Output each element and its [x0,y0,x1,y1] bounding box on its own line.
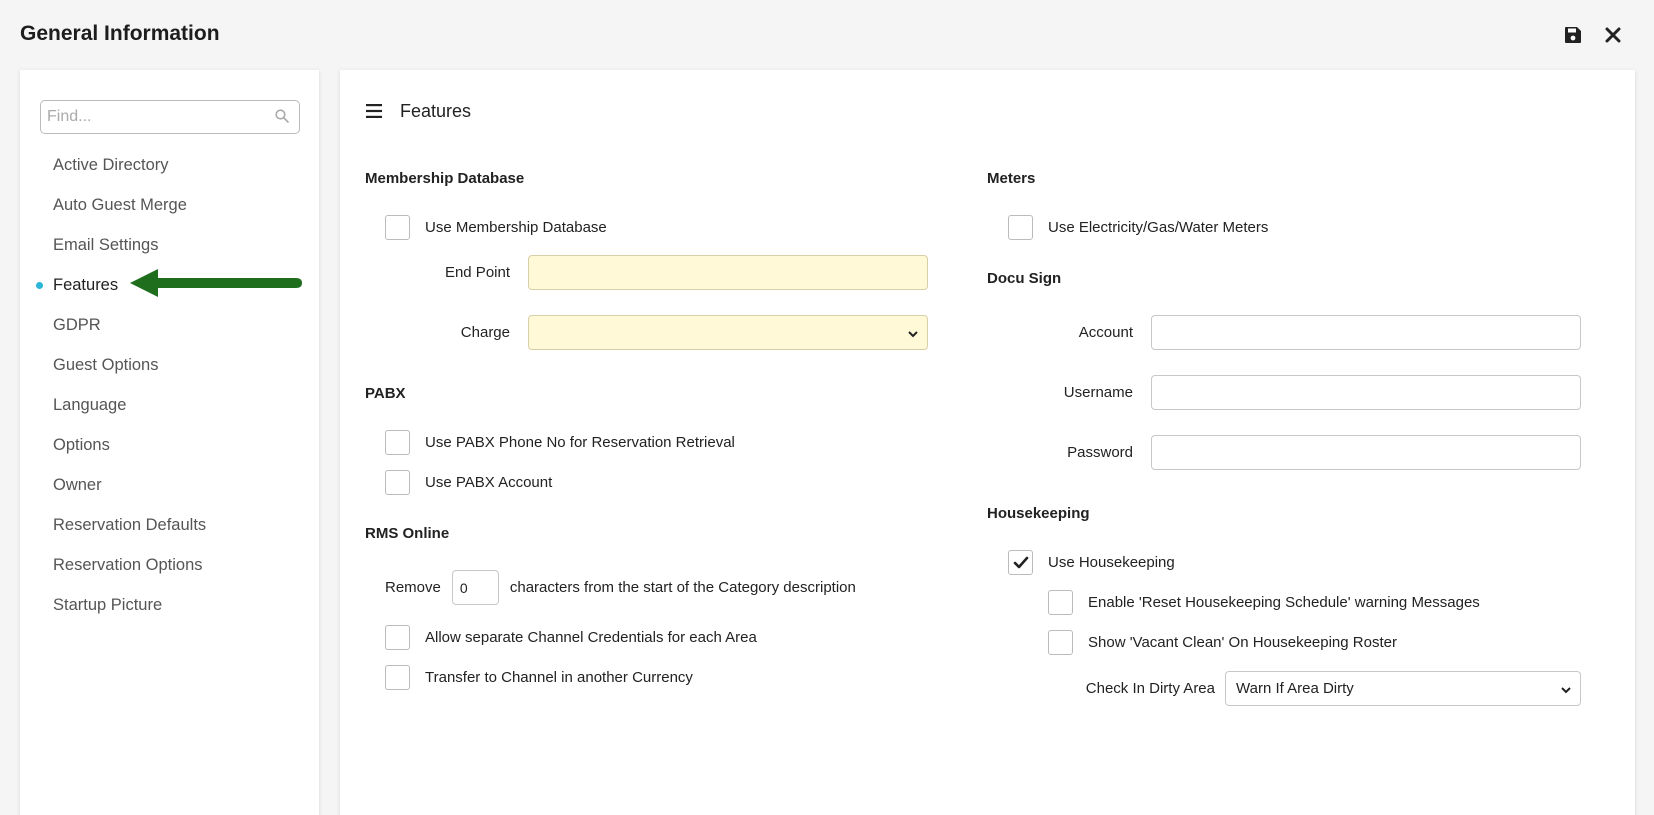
active-indicator-dot [36,282,43,289]
use-meters-label: Use Electricity/Gas/Water Meters [1048,219,1269,236]
sidebar-item-reservation-options[interactable]: Reservation Options [20,545,319,585]
housekeeping-heading: Housekeeping [987,505,1090,522]
sidebar-item-options[interactable]: Options [20,425,319,465]
check-in-dirty-value: Warn If Area Dirty [1236,680,1354,697]
check-in-dirty-select[interactable]: Warn If Area Dirty [1225,671,1581,706]
sidebar-item-label: Auto Guest Merge [53,195,187,214]
endpoint-label: End Point [444,264,510,281]
pabx-account-row: Use PABX Account [385,470,552,495]
sidebar-item-label: Guest Options [53,355,159,374]
transfer-currency-label: Transfer to Channel in another Currency [425,669,693,686]
vacant-clean-row: Show 'Vacant Clean' On Housekeeping Rost… [1048,630,1397,655]
window-toolbar [1562,24,1624,46]
pabx-account-label: Use PABX Account [425,474,553,491]
sidebar-item-language[interactable]: Language [20,385,319,425]
sidebar-item-email-settings[interactable]: Email Settings [20,225,319,265]
sidebar-item-label: Reservation Options [53,555,203,574]
use-housekeeping-label: Use Housekeeping [1048,554,1175,571]
page-title: General Information [20,22,220,45]
docusign-username-label: Username [1063,384,1133,401]
remove-characters-row: Remove 0 characters from the start of th… [385,570,856,605]
pabx-heading: PABX [365,385,406,402]
checkmark-icon [1013,556,1028,568]
remove-characters-input[interactable]: 0 [451,570,499,605]
close-icon[interactable] [1602,24,1624,46]
chevron-down-icon [1560,683,1572,700]
pabx-account-checkbox[interactable] [385,470,410,495]
vacant-clean-checkbox[interactable] [1048,630,1073,655]
pointer-arrow-icon [130,269,302,297]
docusign-username-input[interactable] [1151,375,1581,410]
vacant-clean-label: Show 'Vacant Clean' On Housekeeping Rost… [1088,634,1397,651]
use-meters-checkbox[interactable] [1008,215,1033,240]
sidebar-item-label: Options [53,435,110,454]
pabx-phone-label: Use PABX Phone No for Reservation Retrie… [425,434,735,451]
reset-schedule-row: Enable 'Reset Housekeeping Schedule' war… [1048,590,1480,615]
sidebar-item-label: Features [53,275,119,294]
docusign-password-input[interactable] [1151,435,1581,470]
remove-suffix-label: characters from the start of the Categor… [509,579,856,596]
sidebar: Active Directory Auto Guest Merge Email … [20,70,319,815]
sidebar-item-owner[interactable]: Owner [20,465,319,505]
save-icon[interactable] [1562,24,1584,46]
remove-label: Remove [385,579,441,596]
rms-online-heading: RMS Online [365,525,450,542]
use-membership-row: Use Membership Database [385,215,607,240]
sidebar-nav: Active Directory Auto Guest Merge Email … [20,145,319,625]
sidebar-item-label: Active Directory [53,155,169,174]
chevron-down-icon [907,327,919,344]
sidebar-item-label: Email Settings [53,235,159,254]
use-membership-checkbox[interactable] [385,215,410,240]
docusign-password-label: Password [1067,444,1133,461]
sidebar-item-reservation-defaults[interactable]: Reservation Defaults [20,505,319,545]
separate-credentials-label: Allow separate Channel Credentials for e… [425,629,757,646]
charge-label: Charge [460,324,510,341]
search-icon[interactable] [275,109,289,128]
membership-heading: Membership Database [365,170,525,187]
hamburger-menu-icon[interactable] [366,104,382,123]
reset-schedule-label: Enable 'Reset Housekeeping Schedule' war… [1088,594,1480,611]
charge-select[interactable] [528,315,928,350]
sidebar-item-label: Reservation Defaults [53,515,207,534]
sidebar-item-gdpr[interactable]: GDPR [20,305,319,345]
pabx-phone-row: Use PABX Phone No for Reservation Retrie… [385,430,735,455]
sidebar-item-auto-guest-merge[interactable]: Auto Guest Merge [20,185,319,225]
docusign-heading: Docu Sign [987,270,1062,287]
panel-title: Features [400,101,472,121]
meters-heading: Meters [987,170,1036,187]
use-housekeeping-checkbox[interactable] [1008,550,1033,575]
search-box [40,100,300,134]
pabx-phone-checkbox[interactable] [385,430,410,455]
sidebar-item-startup-picture[interactable]: Startup Picture [20,585,319,625]
check-in-dirty-label: Check In Dirty Area [1085,680,1215,697]
transfer-currency-checkbox[interactable] [385,665,410,690]
docusign-account-label: Account [1078,324,1133,341]
sidebar-item-label: Language [53,395,127,414]
sidebar-item-guest-options[interactable]: Guest Options [20,345,319,385]
separate-credentials-checkbox[interactable] [385,625,410,650]
transfer-currency-row: Transfer to Channel in another Currency [385,665,693,690]
sidebar-item-label: Startup Picture [53,595,163,614]
search-input[interactable] [47,108,267,126]
use-membership-label: Use Membership Database [425,219,607,236]
use-housekeeping-row: Use Housekeeping [1008,550,1175,575]
sidebar-item-label: GDPR [53,315,101,334]
sidebar-item-label: Owner [53,475,102,494]
use-meters-row: Use Electricity/Gas/Water Meters [1008,215,1268,240]
main-panel: Features Membership Database Use Members… [340,70,1635,815]
endpoint-input[interactable] [528,255,928,290]
sidebar-item-active-directory[interactable]: Active Directory [20,145,319,185]
reset-schedule-checkbox[interactable] [1048,590,1073,615]
docusign-account-input[interactable] [1151,315,1581,350]
separate-credentials-row: Allow separate Channel Credentials for e… [385,625,757,650]
